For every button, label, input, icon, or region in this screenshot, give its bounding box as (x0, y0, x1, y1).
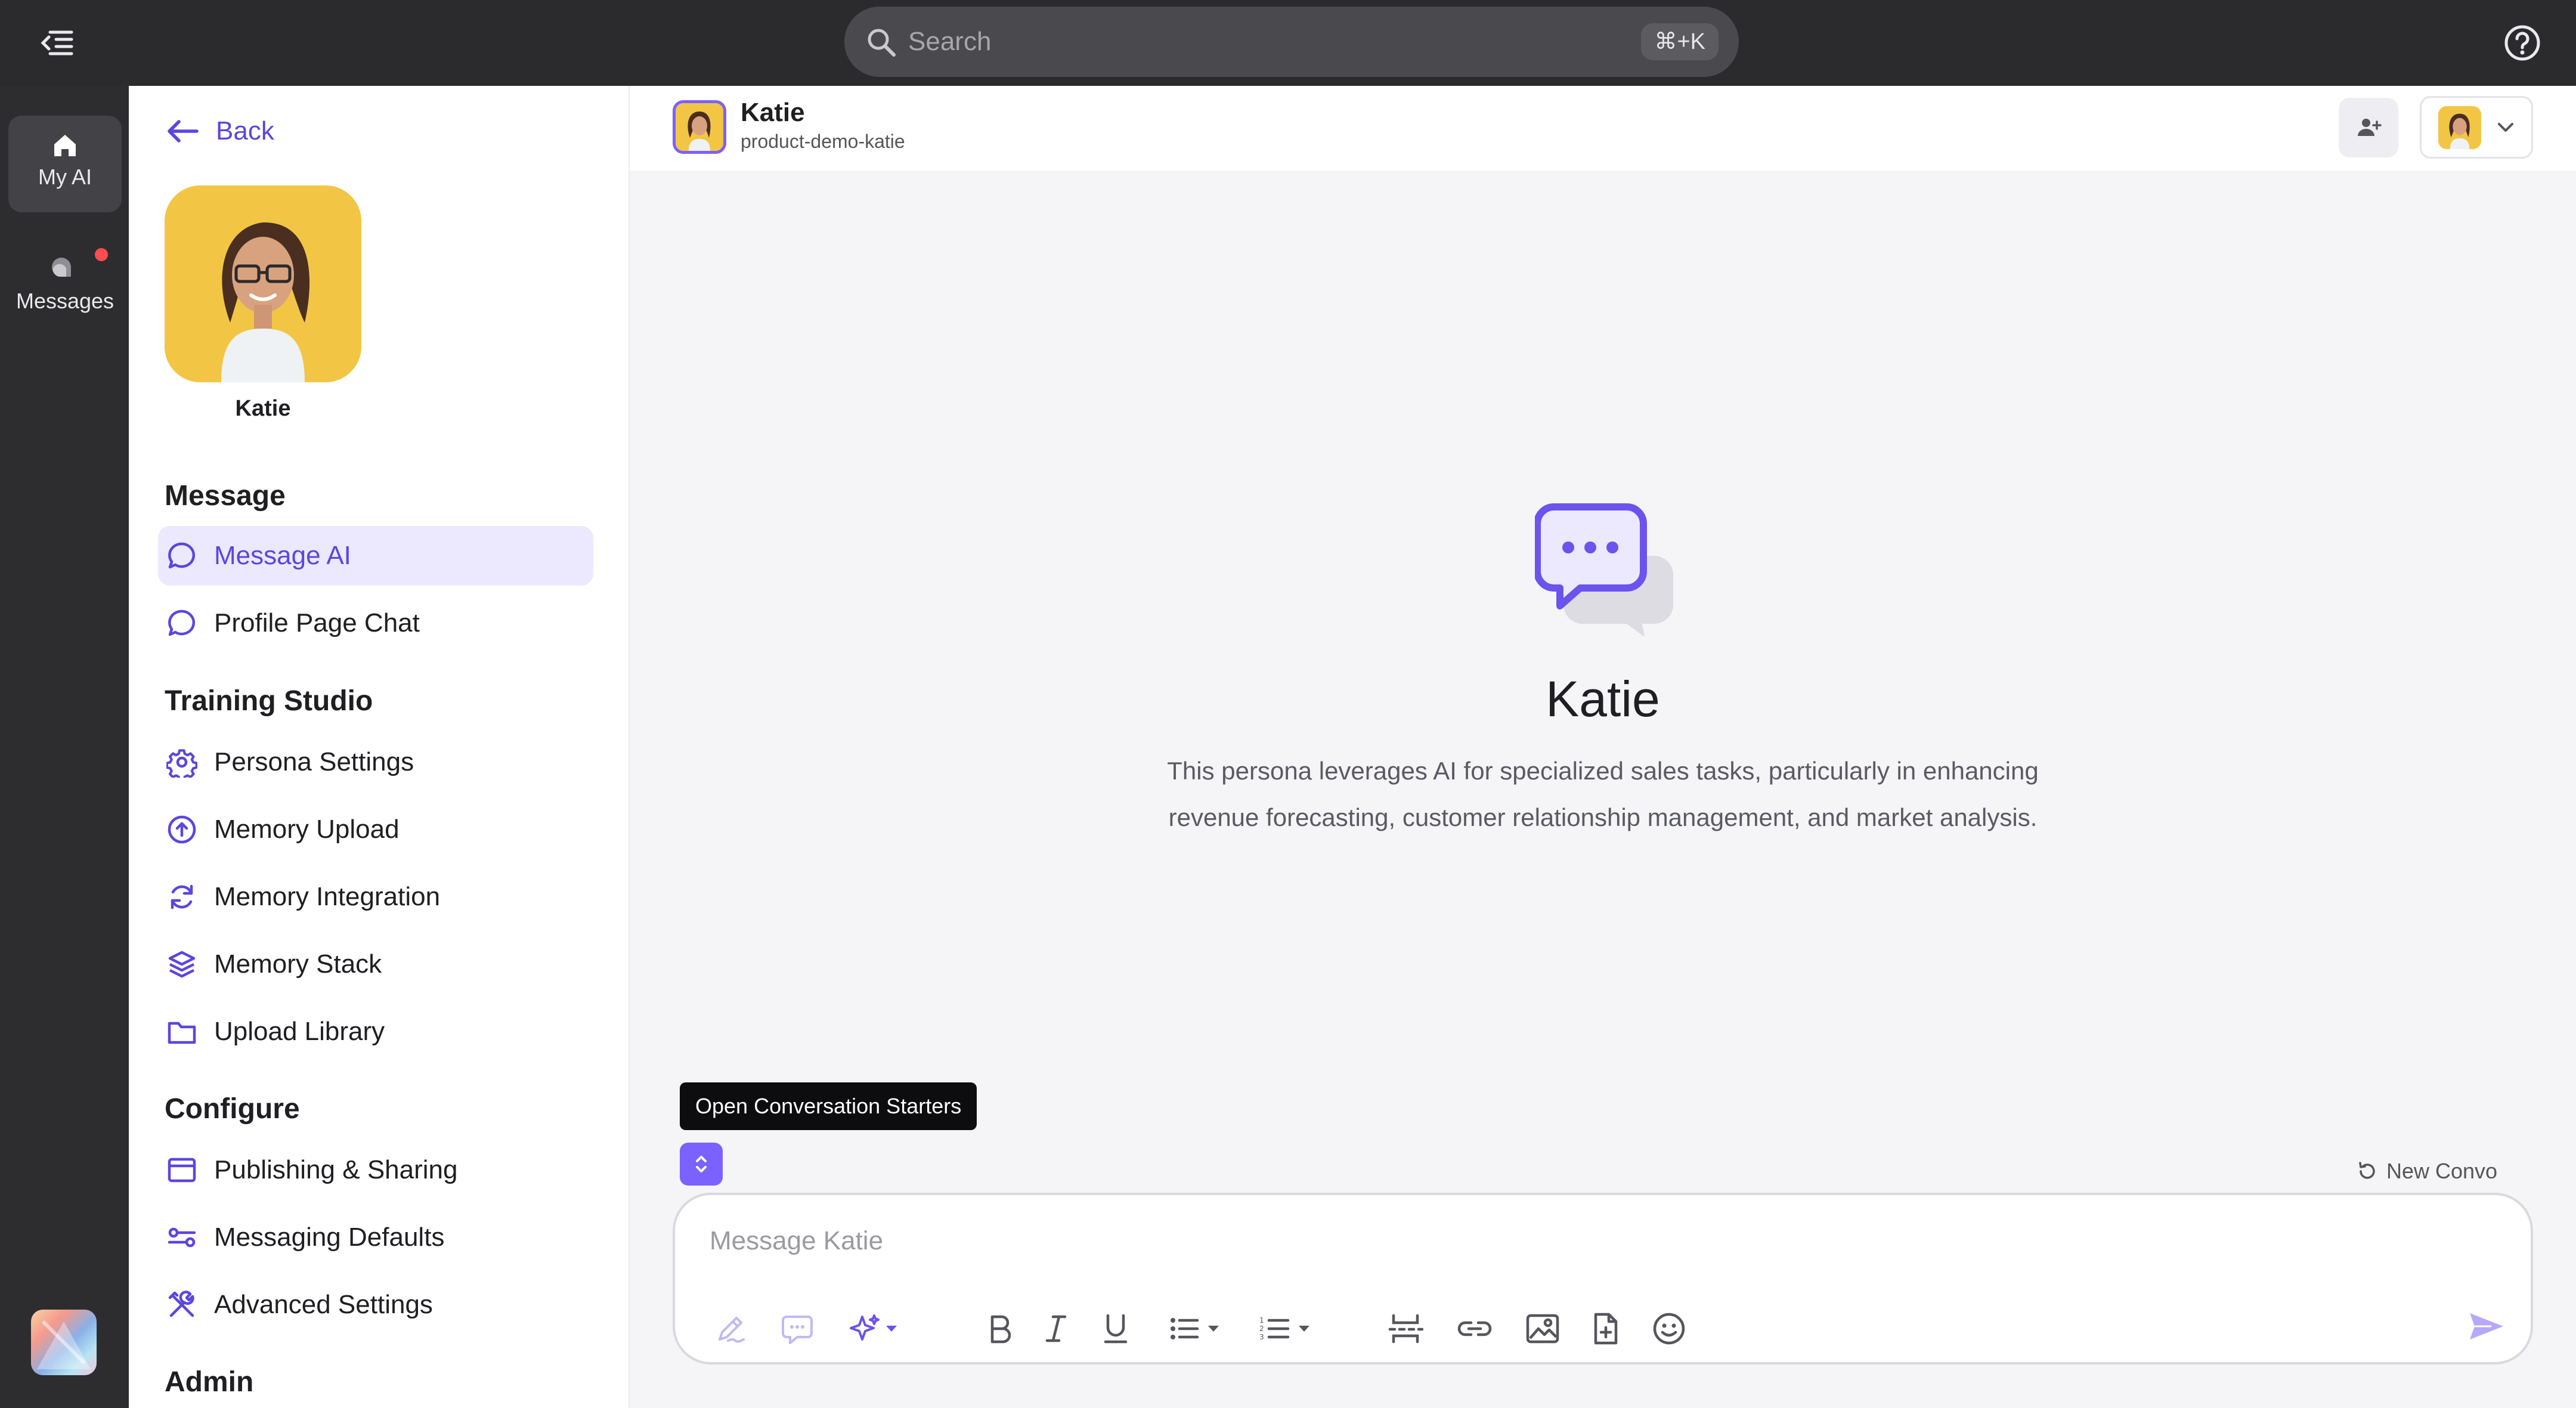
conversation-icon (1535, 502, 1678, 639)
persona-name: Katie (235, 396, 291, 421)
layers-icon (168, 951, 196, 978)
account-avatar (2438, 106, 2481, 149)
rail-item-label: My AI (38, 165, 92, 189)
chat-bubble-icon (168, 542, 195, 569)
numbered-list-dropdown[interactable]: 123 (1249, 1305, 1320, 1353)
search-icon (866, 27, 897, 58)
emoji-icon[interactable] (1648, 1305, 1690, 1353)
numbered-list-icon: 123 (1259, 1316, 1290, 1341)
search-placeholder: Search (908, 27, 992, 56)
svg-text:3: 3 (1259, 1333, 1264, 1341)
caret-down-icon (1299, 1326, 1309, 1332)
nav-item-label: Memory Stack (214, 949, 382, 979)
nav-item-messaging-defaults[interactable]: Messaging Defaults (158, 1208, 593, 1267)
persona-avatar (165, 185, 361, 382)
section-heading-training-studio: Training Studio (165, 685, 373, 717)
back-button[interactable]: Back (166, 113, 274, 149)
back-label: Back (216, 116, 274, 146)
messages-icon (52, 258, 71, 277)
nav-item-memory-upload[interactable]: Memory Upload (158, 800, 593, 859)
user-plus-icon (2358, 119, 2382, 136)
nav-item-label: Memory Integration (214, 882, 441, 911)
link-icon[interactable] (1454, 1305, 1496, 1353)
nav-item-memory-stack[interactable]: Memory Stack (158, 934, 593, 994)
nav-item-persona-settings[interactable]: Persona Settings (158, 732, 593, 792)
caret-down-icon (1208, 1326, 1219, 1332)
chevron-up-down-icon (696, 1156, 707, 1172)
image-icon[interactable] (1522, 1305, 1563, 1353)
rail-item-label: Messages (16, 289, 114, 313)
message-input[interactable]: Message Katie (710, 1226, 883, 1256)
nav-item-profile-page-chat[interactable]: Profile Page Chat (158, 593, 593, 653)
underline-icon[interactable] (1095, 1305, 1137, 1353)
nav-item-label: Messaging Defaults (214, 1223, 445, 1252)
refresh-icon (171, 884, 193, 909)
caret-down-icon (886, 1326, 897, 1332)
search-shortcut-badge: ⌘+K (1641, 23, 1719, 60)
sidebar-toggle-icon[interactable] (36, 24, 79, 62)
refresh-ccw-icon (2359, 1162, 2375, 1179)
nav-item-label: Advanced Settings (214, 1290, 433, 1319)
nav-item-label: Message AI (214, 541, 351, 570)
tools-icon (168, 1291, 194, 1317)
send-button[interactable] (2463, 1302, 2510, 1350)
new-convo-label: New Convo (2386, 1159, 2498, 1183)
section-heading-configure: Configure (165, 1093, 300, 1125)
svg-text:1: 1 (1259, 1316, 1264, 1325)
upload-circle-icon (168, 815, 196, 844)
home-icon (54, 135, 76, 156)
window-icon (168, 1158, 196, 1183)
nav-item-label: Persona Settings (214, 747, 414, 776)
account-menu-button[interactable] (2420, 96, 2533, 159)
hero-description: This persona leverages AI for specialize… (1167, 757, 2039, 831)
bold-icon[interactable] (979, 1305, 1021, 1353)
nav-item-message-ai[interactable]: Message AI (158, 526, 593, 586)
header-persona-name: Katie (741, 98, 805, 127)
chat-bubble-icon (168, 609, 195, 636)
header-persona-handle: product-demo-katie (741, 131, 905, 152)
pen-icon[interactable] (710, 1305, 751, 1353)
nav-item-label: Publishing & Sharing (214, 1155, 458, 1184)
send-icon (2470, 1313, 2503, 1339)
chat-prompt-icon[interactable] (776, 1305, 818, 1353)
ai-sparkle-dropdown[interactable] (843, 1305, 903, 1353)
new-convo-button[interactable]: New Convo (2357, 1153, 2497, 1189)
nav-item-publishing-sharing[interactable]: Publishing & Sharing (158, 1140, 593, 1200)
nav-item-memory-integration[interactable]: Memory Integration (158, 867, 593, 927)
nav-item-upload-library[interactable]: Upload Library (158, 1002, 593, 1062)
nav-item-label: Upload Library (214, 1017, 385, 1046)
header-avatar[interactable] (673, 100, 726, 154)
bullet-list-icon (1171, 1318, 1199, 1339)
italic-icon[interactable] (1035, 1305, 1077, 1353)
help-icon[interactable] (2503, 24, 2541, 62)
conversation-starters-tooltip: Open Conversation Starters (680, 1082, 977, 1130)
nav-item-label: Profile Page Chat (214, 608, 420, 638)
app-logo[interactable] (31, 1310, 97, 1375)
section-heading-admin: Admin (165, 1366, 254, 1398)
nav-item-label: Memory Upload (214, 815, 400, 844)
file-add-icon[interactable] (1585, 1305, 1627, 1353)
nav-item-advanced-settings[interactable]: Advanced Settings (158, 1275, 593, 1335)
search-bar[interactable]: Search ⌘+K (844, 7, 1739, 77)
notification-badge (95, 248, 108, 261)
chevron-down-icon (2498, 122, 2513, 132)
bullet-list-dropdown[interactable] (1158, 1305, 1230, 1353)
section-heading-message: Message (165, 480, 286, 512)
arrow-left-icon (168, 120, 199, 143)
add-user-button[interactable] (2339, 98, 2398, 157)
page-break-icon[interactable] (1385, 1305, 1426, 1353)
hero-title: Katie (1546, 671, 1660, 727)
rail-item-my-ai[interactable]: My AI (8, 116, 122, 212)
sparkle-icon (850, 1314, 880, 1341)
folder-icon (168, 1022, 196, 1044)
chat-header (630, 86, 2576, 171)
gear-icon (166, 749, 197, 778)
conversation-starters-button[interactable] (680, 1143, 723, 1186)
sliders-icon (168, 1227, 196, 1248)
message-composer[interactable]: Message Katie 123 (673, 1193, 2533, 1364)
svg-text:2: 2 (1259, 1325, 1264, 1333)
